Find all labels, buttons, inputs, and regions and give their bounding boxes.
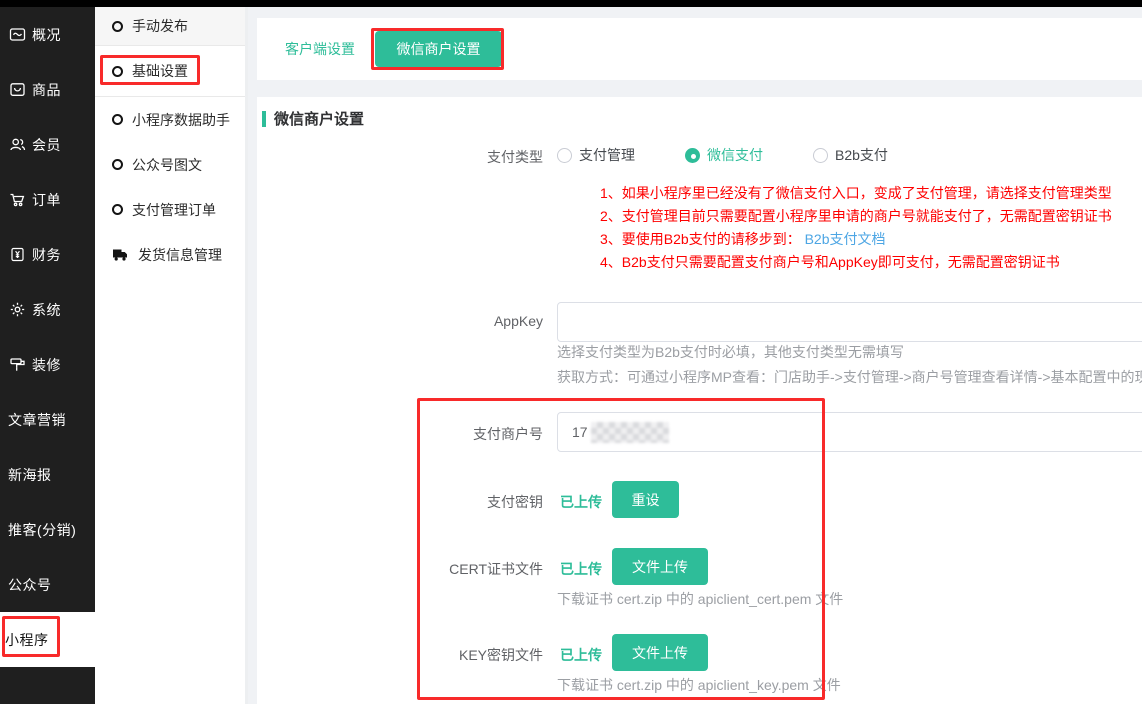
menu-item-label: 手动发布 [132,16,188,36]
sidebar-item-fitment[interactable]: 装修 [0,337,95,392]
sidebar-item-mini-program[interactable]: 小程序 [0,612,95,667]
radio-payment-manage[interactable]: 支付管理 [557,145,635,165]
payment-type-radio-group: 支付管理 微信支付 B2b支付 [557,143,938,167]
cert-file-status: 已上传 [560,559,602,579]
main-content: 客户端设置 微信商户设置 微信商户设置 支付类型 支付管理 微信支付 B2b支付 [248,7,1142,704]
radio-icon [813,148,828,163]
sidebar-item-overview[interactable]: 概况 [0,7,95,62]
goods-icon [9,81,26,98]
merchant-settings-card: 微信商户设置 支付类型 支付管理 微信支付 B2b支付 1、如果小程序里已经没有… [257,97,1142,704]
menu-item-manual-publish[interactable]: 手动发布 [95,7,245,46]
sidebar-item-article-marketing[interactable]: 文章营销 [0,392,95,447]
fitment-icon [9,356,26,373]
note-line-3: 3、要使用B2b支付的请移步到： B2b支付文档 [600,228,1112,251]
sidebar-item-finance[interactable]: 财务 [0,227,95,282]
radio-label: 支付管理 [579,145,635,165]
menu-item-label: 公众号图文 [132,155,202,175]
truck-icon [112,248,129,262]
menu-item-shipping-info[interactable]: 发货信息管理 [95,232,245,277]
note-line-1: 1、如果小程序里已经没有了微信支付入口，变成了支付管理，请选择支付管理类型 [600,182,1112,205]
merchant-no-label: 支付商户号 [257,424,543,444]
key-file-label: KEY密钥文件 [257,645,543,665]
cert-upload-button[interactable]: 文件上传 [612,548,708,585]
admin-app: { "colors": { "primary": "#2ebd99", "not… [0,0,1142,704]
menu-item-miniprogram-data-assistant[interactable]: 小程序数据助手 [95,97,245,142]
circle-bullet-icon [112,159,123,170]
sidebar-item-label: 商品 [32,80,61,100]
payment-notes: 1、如果小程序里已经没有了微信支付入口，变成了支付管理，请选择支付管理类型 2、… [600,182,1112,274]
circle-bullet-icon [112,21,123,32]
sidebar-item-label: 公众号 [8,575,52,595]
sidebar-item-goods[interactable]: 商品 [0,62,95,117]
pay-secret-status: 已上传 [560,492,602,512]
member-icon [9,136,26,153]
sidebar-item-label: 文章营销 [8,410,66,430]
menu-item-official-account-articles[interactable]: 公众号图文 [95,142,245,187]
sidebar-item-label: 系统 [32,300,61,320]
sidebar-item-label: 新海报 [8,465,52,485]
sidebar-item-new-poster[interactable]: 新海报 [0,447,95,502]
tab-client-settings[interactable]: 客户端设置 [285,18,355,80]
sidebar-item-label: 小程序 [5,630,49,650]
finance-icon [9,246,26,263]
menu-item-label: 小程序数据助手 [132,110,230,130]
menu-item-label: 发货信息管理 [138,245,222,265]
menu-item-label: 支付管理订单 [132,200,216,220]
system-icon [9,301,26,318]
cert-file-label: CERT证书文件 [257,559,543,579]
secondary-menu: 手动发布 基础设置 小程序数据助手 公众号图文 支付管理订单 发货信息管理 [95,0,248,704]
pay-secret-label: 支付密钥 [257,492,543,512]
radio-wechat-pay[interactable]: 微信支付 [685,145,763,165]
merchant-no-value: 17 [572,424,588,440]
circle-bullet-icon [112,204,123,215]
note-line-3-text: 3、要使用B2b支付的请移步到： [600,231,801,247]
sidebar-item-label: 订单 [32,190,61,210]
order-icon [9,191,26,208]
appkey-help-2: 获取方式：可通过小程序MP查看：门店助手->支付管理->商户号管理查看详情->基… [557,367,1142,387]
green-bar-icon [262,111,266,127]
circle-bullet-icon [112,114,123,125]
primary-sidebar: 概况 商品 会员 订单 财务 系统 装修 文章营销 [0,0,95,704]
tab-merchant-settings[interactable]: 微信商户设置 [375,31,502,67]
b2b-doc-link[interactable]: B2b支付文档 [805,231,886,247]
radio-label: B2b支付 [835,145,888,165]
sidebar-item-label: 装修 [32,355,61,375]
appkey-label: AppKey [257,313,543,329]
sidebar-item-label: 财务 [32,245,61,265]
menu-item-payment-manage-orders[interactable]: 支付管理订单 [95,187,245,232]
menu-item-label: 基础设置 [132,61,188,81]
sidebar-item-member[interactable]: 会员 [0,117,95,172]
circle-bullet-icon [112,66,123,77]
radio-icon [557,148,572,163]
sidebar-item-label: 推客(分销) [8,520,76,540]
merchant-no-input[interactable]: 17 [557,412,1142,452]
key-file-help: 下载证书 cert.zip 中的 apiclient_key.pem 文件 [557,675,841,695]
payment-type-label: 支付类型 [257,147,543,167]
tabs-card: 客户端设置 微信商户设置 [257,18,1142,80]
key-upload-button[interactable]: 文件上传 [612,634,708,671]
radio-b2b-pay[interactable]: B2b支付 [813,145,888,165]
sidebar-item-label: 会员 [32,135,61,155]
section-title-text: 微信商户设置 [274,108,364,129]
overview-icon [9,26,26,43]
sidebar-item-label: 概况 [32,25,61,45]
radio-label: 微信支付 [707,145,763,165]
key-file-status: 已上传 [560,645,602,665]
cert-file-help: 下载证书 cert.zip 中的 apiclient_cert.pem 文件 [557,589,843,609]
note-line-2: 2、支付管理目前只需要配置小程序里申请的商户号就能支付了，无需配置密钥证书 [600,205,1112,228]
appkey-help-1: 选择支付类型为B2b支付时必填，其他支付类型无需填写 [557,342,904,362]
section-title: 微信商户设置 [262,108,364,129]
sidebar-item-system[interactable]: 系统 [0,282,95,337]
reset-secret-button[interactable]: 重设 [612,481,679,518]
appkey-input[interactable] [557,302,1142,342]
sidebar-item-distribution[interactable]: 推客(分销) [0,502,95,557]
sidebar-item-official-account[interactable]: 公众号 [0,557,95,612]
sidebar-item-order[interactable]: 订单 [0,172,95,227]
radio-selected-icon [685,148,700,163]
top-black-strip [0,0,1142,7]
note-line-4: 4、B2b支付只需要配置支付商户号和AppKey即可支付，无需配置密钥证书 [600,251,1112,274]
menu-item-basic-settings[interactable]: 基础设置 [95,46,245,97]
redacted-value [591,422,669,443]
